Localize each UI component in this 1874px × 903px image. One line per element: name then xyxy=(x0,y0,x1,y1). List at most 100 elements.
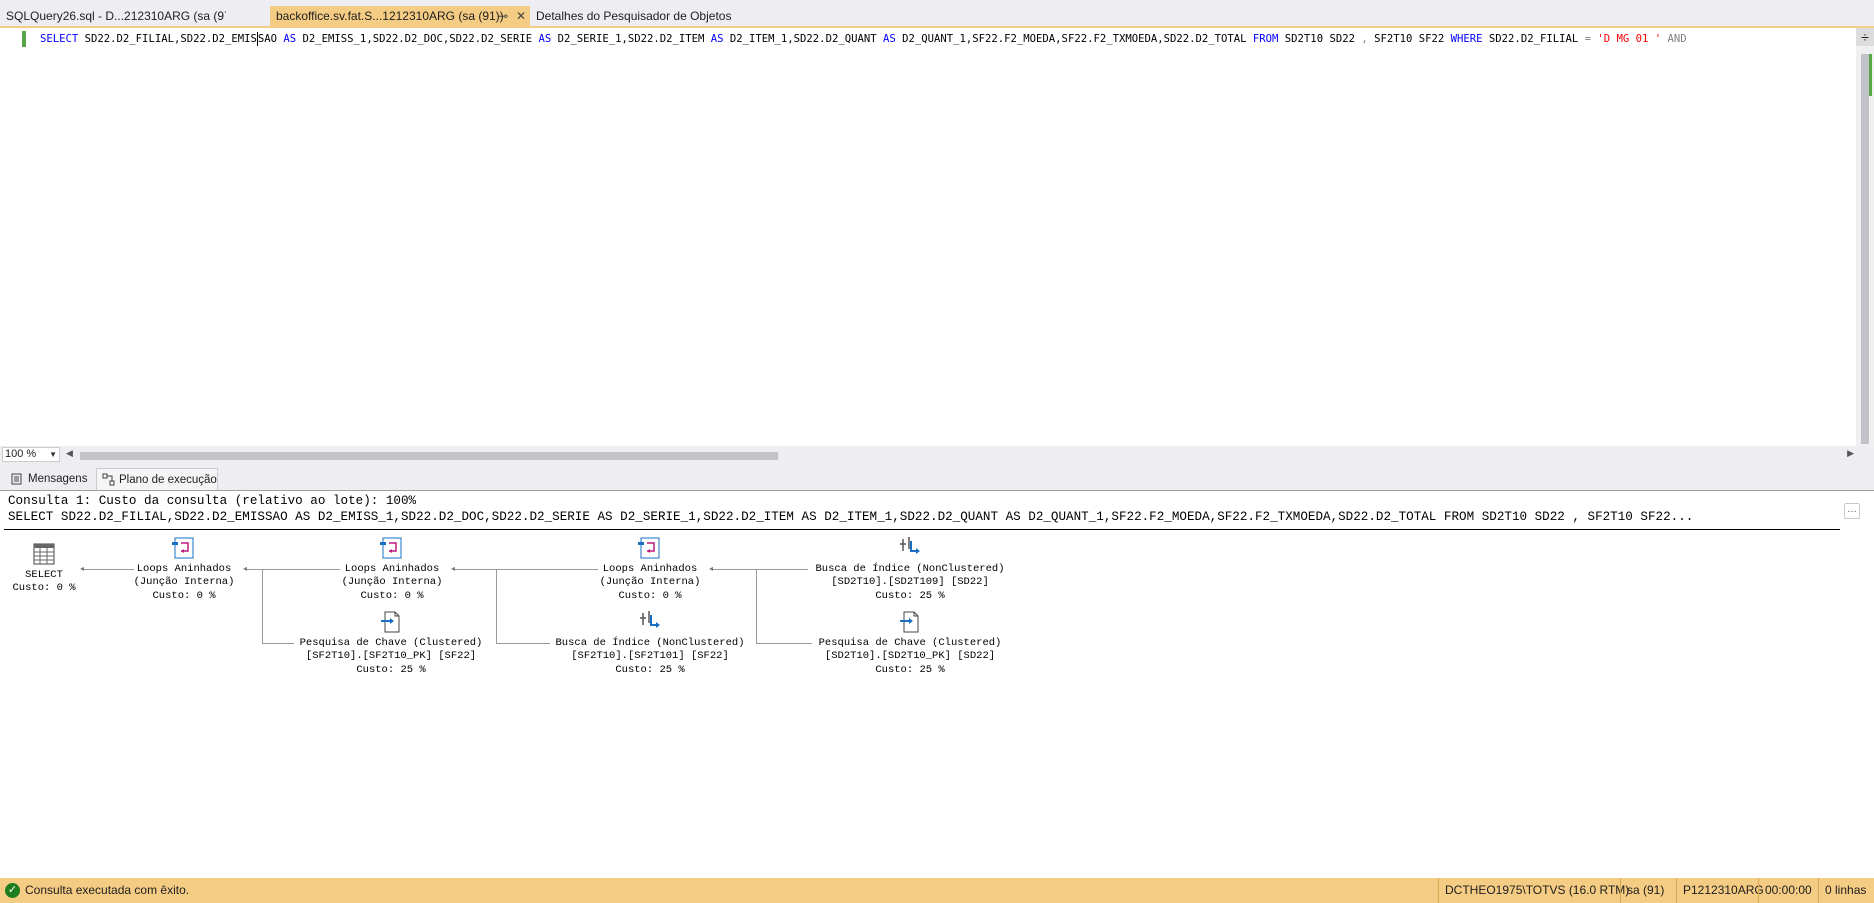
tab-messages[interactable]: Mensagens xyxy=(6,468,92,490)
tab-execution-plan[interactable]: Plano de execução xyxy=(96,468,218,490)
sql-editor[interactable]: SELECT SD22.D2_FILIAL,SD22.D2_EMISSAO AS… xyxy=(0,28,1874,448)
arrow-left-icon: ◂ xyxy=(243,564,248,573)
node-subtitle: [SD2T10].[SD2T10_PK] [SD22] xyxy=(824,650,996,663)
ssms-window: { "tabs": [ {"label": "SQLQuery26.sql - … xyxy=(0,0,1874,903)
sql-text: SD2T10 SD22 xyxy=(1278,33,1362,45)
nested-loops-icon xyxy=(379,535,405,561)
plan-node-nested-loops[interactable]: Loops Aninhados (Junção Interna) Custo: … xyxy=(124,535,244,603)
sql-text: SAO xyxy=(257,33,284,45)
node-cost: Custo: 25 % xyxy=(875,589,945,602)
editor-bottom-bar: 100 % ▼ ◀ ▶ xyxy=(0,446,1874,464)
node-cost: Custo: 0 % xyxy=(360,589,424,602)
tab-object-explorer-details[interactable]: Detalhes do Pesquisador de Objetos xyxy=(530,6,750,26)
nested-loops-icon xyxy=(171,535,197,561)
status-user: sa (91) xyxy=(1620,878,1676,903)
node-subtitle: [SF2T10].[SF2T10_PK] [SF22] xyxy=(305,650,477,663)
node-subtitle: (Junção Interna) xyxy=(599,576,701,589)
editor-margin xyxy=(0,28,20,448)
node-subtitle: [SD2T10].[SD2T109] [SD22] xyxy=(831,576,989,589)
scrollbar-thumb[interactable] xyxy=(1861,54,1869,444)
tab-label: SQLQuery26.sql - D...212310ARG (sa (97))… xyxy=(6,9,226,23)
execution-plan-pane[interactable]: Consulta 1: Custo da consulta (relativo … xyxy=(0,490,1874,878)
editor-horizontal-scrollbar[interactable]: ◀ ▶ xyxy=(64,448,1854,461)
sql-text: SD22.D2_FILIAL,SD22.D2_EMIS xyxy=(78,33,257,45)
node-subtitle: (Junção Interna) xyxy=(341,576,443,589)
plan-connector xyxy=(262,569,263,644)
node-title: Pesquisa de Chave (Clustered) xyxy=(299,637,483,649)
sql-text: D2_EMISS_1,SD22.D2_DOC,SD22.D2_SERIE xyxy=(296,33,539,45)
status-elapsed: 00:00:00 xyxy=(1758,878,1818,903)
node-cost: Custo: 0 % xyxy=(12,582,76,595)
key-lookup-icon xyxy=(897,609,923,635)
tab-backoffice[interactable]: backoffice.sv.fat.S...1212310ARG (sa (91… xyxy=(270,6,530,27)
plan-query-text: SELECT SD22.D2_FILIAL,SD22.D2_EMISSAO AS… xyxy=(8,510,1694,524)
chevron-down-icon: ▼ xyxy=(49,450,57,459)
editor-vertical-scrollbar[interactable]: ÷ xyxy=(1856,28,1874,448)
sql-text: D2_SERIE_1,SD22.D2_ITEM xyxy=(551,33,711,45)
sql-keyword: WHERE xyxy=(1450,33,1483,45)
scroll-left-icon[interactable]: ◀ xyxy=(66,448,73,459)
pin-icon[interactable]: ⊸ xyxy=(498,6,508,26)
node-cost: Custo: 25 % xyxy=(875,663,945,676)
node-subtitle: (Junção Interna) xyxy=(133,576,235,589)
sql-string: 'D MG 01 ' xyxy=(1591,33,1662,45)
node-title: Busca de Índice (NonClustered) xyxy=(815,563,1005,575)
index-seek-icon xyxy=(897,535,923,561)
key-lookup-icon xyxy=(378,609,404,635)
plan-connector xyxy=(454,569,598,570)
status-bar: ✓ Consulta executada com êxito. DCTHEO19… xyxy=(0,878,1874,903)
sql-keyword: AS xyxy=(283,33,297,45)
node-title: Busca de Índice (NonClustered) xyxy=(555,637,745,649)
success-check-icon: ✓ xyxy=(5,883,20,898)
sql-keyword: SELECT xyxy=(40,33,79,45)
plan-query-header: Consulta 1: Custo da consulta (relativo … xyxy=(8,494,417,508)
status-server: DCTHEO1975\TOTVS (16.0 RTM) xyxy=(1438,878,1629,903)
status-message: Consulta executada com êxito. xyxy=(25,883,190,897)
plan-separator xyxy=(4,529,1840,530)
plan-node-index-seek[interactable]: Busca de Índice (NonClustered) [SF2T10].… xyxy=(540,609,760,677)
plan-connector xyxy=(756,643,812,644)
sql-text: SD22.D2_FILIAL xyxy=(1482,33,1585,45)
node-cost: Custo: 0 % xyxy=(152,589,216,602)
tab-label: Mensagens xyxy=(28,473,88,485)
node-title: SELECT xyxy=(25,569,63,581)
node-title: Pesquisa de Chave (Clustered) xyxy=(818,637,1002,649)
tab-label: Plano de execução xyxy=(119,474,217,486)
status-database: P1212310ARG xyxy=(1676,878,1764,903)
plan-node-key-lookup[interactable]: Pesquisa de Chave (Clustered) [SD2T10].[… xyxy=(806,609,1014,677)
tab-sqlquery26[interactable]: SQLQuery26.sql - D...212310ARG (sa (97))… xyxy=(0,6,226,26)
plan-node-nested-loops[interactable]: Loops Aninhados (Junção Interna) Custo: … xyxy=(332,535,452,603)
zoom-select[interactable]: 100 % ▼ xyxy=(2,447,60,462)
sql-text: D2_QUANT_1,SF22.F2_MOEDA,SF22.F2_TXMOEDA… xyxy=(895,33,1253,45)
sql-text-line[interactable]: SELECT SD22.D2_FILIAL,SD22.D2_EMISSAO AS… xyxy=(40,30,1854,48)
node-title: Loops Aninhados xyxy=(136,563,232,575)
plan-node-key-lookup[interactable]: Pesquisa de Chave (Clustered) [SF2T10].[… xyxy=(288,609,494,677)
split-window-icon[interactable]: ÷ xyxy=(1856,28,1874,46)
document-tabstrip: SQLQuery26.sql - D...212310ARG (sa (97))… xyxy=(0,0,1874,28)
plan-connector xyxy=(496,569,497,644)
sql-keyword: AS xyxy=(538,33,552,45)
sql-operator: AND xyxy=(1661,33,1687,45)
close-icon[interactable]: ✕ xyxy=(516,6,526,26)
zoom-value: 100 % xyxy=(5,448,37,460)
sql-text: SF2T10 SF22 xyxy=(1367,33,1451,45)
arrow-left-icon: ◂ xyxy=(451,564,456,573)
scroll-right-icon[interactable]: ▶ xyxy=(1847,448,1854,459)
sql-keyword: FROM xyxy=(1252,33,1279,45)
change-indicator xyxy=(22,31,26,47)
status-rows: 0 linhas xyxy=(1818,878,1874,903)
plan-node-select[interactable]: SELECT Custo: 0 % xyxy=(4,541,84,596)
sql-keyword: AS xyxy=(710,33,724,45)
node-subtitle: [SF2T10].[SF2T101] [SF22] xyxy=(571,650,729,663)
node-cost: Custo: 25 % xyxy=(356,663,426,676)
tab-label: backoffice.sv.fat.S...1212310ARG (sa (91… xyxy=(276,9,504,23)
select-icon xyxy=(31,541,57,567)
arrow-left-icon: ◂ xyxy=(709,564,714,573)
plan-node-nested-loops[interactable]: Loops Aninhados (Junção Interna) Custo: … xyxy=(590,535,710,603)
plan-node-index-seek[interactable]: Busca de Índice (NonClustered) [SD2T10].… xyxy=(800,535,1020,603)
results-tabstrip: Mensagens Plano de execução xyxy=(0,466,1874,490)
node-title: Loops Aninhados xyxy=(602,563,698,575)
minimap-icon[interactable]: … xyxy=(1844,503,1860,519)
scroll-change-marker xyxy=(1869,54,1872,96)
scrollbar-thumb[interactable] xyxy=(80,452,778,460)
